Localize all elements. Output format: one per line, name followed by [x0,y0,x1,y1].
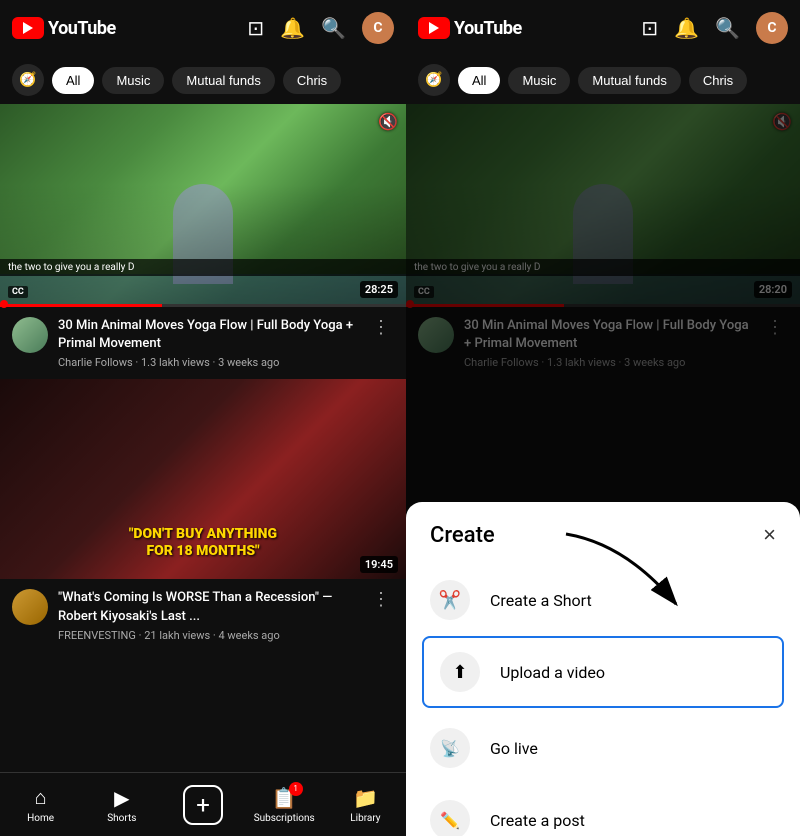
nav-shorts[interactable]: ▶ Shorts [81,786,162,824]
right-search-icon[interactable]: 🔍 [715,16,740,40]
right-avatar[interactable]: C [756,12,788,44]
modal-item-upload[interactable]: ⬆ Upload a video [422,636,784,708]
avatar[interactable]: C [362,12,394,44]
shorts-icon: ▶ [114,786,129,810]
left-bottom-nav: ⌂ Home ▶ Shorts + 📋 1 Subscriptions 📁 Li… [0,772,406,836]
upload-icon: ⬆ [440,652,480,692]
left-video2-info: "What's Coming Is WORSE Than a Recession… [0,579,406,651]
bell-icon[interactable]: 🔔 [280,16,305,40]
recession-headline2: FOR 18 MONTHS" [0,543,406,560]
left-filter-tabs: 🧭 All Music Mutual funds Chris [0,56,406,104]
right-panel: YouTube ⊡ 🔔 🔍 C 🧭 All Music Mutual funds… [406,0,800,836]
shorts-label: Shorts [107,813,136,824]
recession-overlay: "DON'T BUY ANYTHING FOR 18 MONTHS" [0,526,406,560]
video1-title: 30 Min Animal Moves Yoga Flow | Full Bod… [58,317,358,353]
tab-mutual-funds[interactable]: Mutual funds [172,67,274,94]
right-filter-tabs: 🧭 All Music Mutual funds Chris [406,56,800,104]
cc-label: CC [8,286,28,298]
recession-headline1: "DON'T BUY ANYTHING [0,526,406,543]
right-youtube-logo: YouTube [418,17,522,39]
modal-close-button[interactable]: × [763,522,776,548]
live-label: Go live [490,739,538,758]
right-yt-icon [418,17,450,39]
right-cast-icon[interactable]: ⊡ [641,16,658,40]
video1-text: 30 Min Animal Moves Yoga Flow | Full Bod… [58,317,358,369]
post-icon: ✏️ [430,800,470,836]
tab-music[interactable]: Music [102,67,164,94]
right-header-icons: ⊡ 🔔 🔍 C [641,12,788,44]
left-video1-info: 30 Min Animal Moves Yoga Flow | Full Bod… [0,307,406,379]
right-tab-music[interactable]: Music [508,67,570,94]
right-explore-tab[interactable]: 🧭 [418,64,450,96]
home-icon: ⌂ [35,785,47,810]
channel-avatar-2[interactable] [12,589,48,625]
modal-title: Create [430,523,495,548]
upload-label: Upload a video [500,663,605,682]
modal-item-live[interactable]: 📡 Go live [406,712,800,784]
library-icon: 📁 [353,786,378,810]
library-label: Library [350,813,380,824]
youtube-logo: YouTube [12,17,116,39]
right-tab-all[interactable]: All [458,67,500,94]
plus-icon: + [196,793,210,817]
left-video1-thumbnail[interactable]: the two to give you a really D 🔇 CC 28:2… [0,104,406,307]
left-header-icons: ⊡ 🔔 🔍 C [247,12,394,44]
tab-chris[interactable]: Chris [283,67,341,94]
video2-more[interactable]: ⋮ [368,589,394,610]
post-label: Create a post [490,811,585,830]
caption-bar: the two to give you a really D [0,259,406,276]
video1-meta: Charlie Follows · 1.3 lakh views · 3 wee… [58,356,358,369]
modal-header: Create × [406,502,800,564]
right-bell-icon[interactable]: 🔔 [674,16,699,40]
subscriptions-icon-wrapper: 📋 1 [272,786,297,810]
live-icon: 📡 [430,728,470,768]
right-header: YouTube ⊡ 🔔 🔍 C [406,0,800,56]
short-icon: ✂️ [430,580,470,620]
nav-library[interactable]: 📁 Library [325,786,406,824]
create-button[interactable]: + [183,785,223,825]
explore-tab[interactable]: 🧭 [12,64,44,96]
right-tab-chris[interactable]: Chris [689,67,747,94]
subscriptions-badge: 1 [289,782,303,796]
nav-home[interactable]: ⌂ Home [0,785,81,824]
video2-text: "What's Coming Is WORSE Than a Recession… [58,589,358,641]
left-panel: YouTube ⊡ 🔔 🔍 C 🧭 All Music Mutual funds… [0,0,406,836]
left-video2-thumbnail[interactable]: "DON'T BUY ANYTHING FOR 18 MONTHS" 19:45 [0,379,406,579]
short-label: Create a Short [490,591,592,610]
yt-text: YouTube [48,18,116,39]
create-modal: Create × ✂️ Create a Short ⬆ Upload a vi… [406,502,800,836]
video1-more[interactable]: ⋮ [368,317,394,338]
cast-icon[interactable]: ⊡ [247,16,264,40]
nav-create[interactable]: + [162,785,243,825]
right-logo-area: YouTube [418,17,522,39]
search-icon[interactable]: 🔍 [321,16,346,40]
yt-icon [12,17,44,39]
subscriptions-label: Subscriptions [254,813,315,824]
video2-meta: FREENVESTING · 21 lakh views · 4 weeks a… [58,629,358,642]
video2-duration: 19:45 [360,556,398,573]
channel-avatar-1[interactable] [12,317,48,353]
right-content: the two to give you a really D 🔇 CC 28:2… [406,104,800,836]
duration-badge: 28:25 [360,281,398,298]
mute-icon: 🔇 [378,112,398,131]
modal-item-short[interactable]: ✂️ Create a Short [406,564,800,636]
right-yt-text: YouTube [454,18,522,39]
left-header: YouTube ⊡ 🔔 🔍 C [0,0,406,56]
right-tab-mutual-funds[interactable]: Mutual funds [578,67,680,94]
left-content: the two to give you a really D 🔇 CC 28:2… [0,104,406,836]
video2-title: "What's Coming Is WORSE Than a Recession… [58,589,358,625]
nav-subscriptions[interactable]: 📋 1 Subscriptions [244,786,325,824]
modal-item-post[interactable]: ✏️ Create a post [406,784,800,836]
tab-all[interactable]: All [52,67,94,94]
home-label: Home [27,813,54,824]
logo-area: YouTube [12,17,116,39]
